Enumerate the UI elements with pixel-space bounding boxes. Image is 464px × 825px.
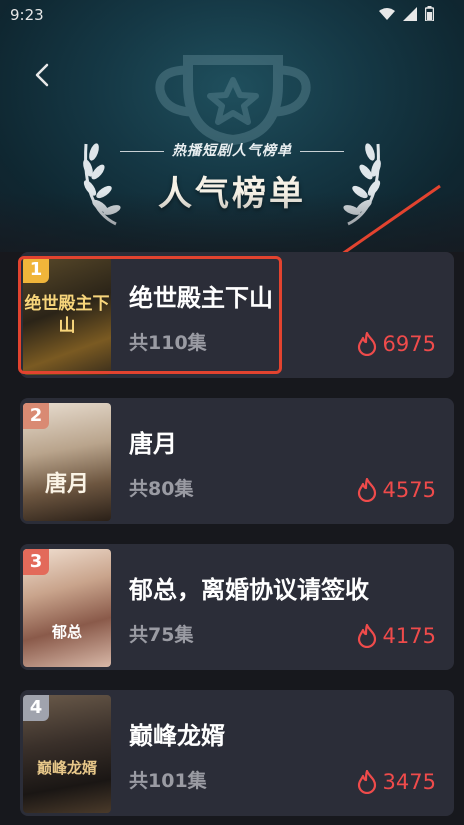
rank-badge: 3 [23, 549, 49, 575]
episode-count: 共101集 [129, 770, 207, 792]
poster-image: 郁总 3 [23, 549, 111, 667]
divider [120, 150, 164, 152]
drama-title: 唐月 [129, 430, 177, 458]
poster-title-art: 郁总 [51, 623, 82, 641]
back-button[interactable] [28, 60, 56, 90]
heat-value: 3475 [382, 770, 436, 794]
list-item[interactable]: 唐月 2 唐月 共80集 4575 [20, 398, 454, 524]
list-item[interactable]: 巅峰龙婿 4 巅峰龙婿 共101集 3475 [20, 690, 454, 816]
rank-badge: 4 [23, 695, 49, 721]
episode-count: 共75集 [129, 624, 194, 646]
episode-count: 共110集 [129, 332, 207, 354]
status-bar: 9:23 [0, 0, 464, 30]
poster-title-art: 唐月 [44, 471, 89, 497]
banner-subtitle: 热播短剧人气榜单 [172, 143, 292, 159]
chevron-left-icon [35, 63, 49, 87]
flame-icon [357, 770, 376, 794]
heat-score: 4175 [357, 624, 436, 648]
heat-score: 4575 [357, 478, 436, 502]
drama-title: 郁总，离婚协议请签收 [129, 576, 369, 604]
heat-value: 4575 [382, 478, 436, 502]
signal-icon [403, 6, 417, 25]
wifi-icon [379, 7, 395, 25]
list-item[interactable]: 郁总 3 郁总，离婚协议请签收 共75集 4175 [20, 544, 454, 670]
flame-icon [357, 624, 376, 648]
poster-image: 绝世殿主下山 1 [23, 257, 111, 375]
heat-value: 6975 [382, 332, 436, 356]
flame-icon [357, 332, 376, 356]
heat-score: 3475 [357, 770, 436, 794]
poster-title-art: 绝世殿主下山 [24, 294, 110, 336]
poster-image: 唐月 2 [23, 403, 111, 521]
trophy-icon [155, 55, 311, 146]
flame-icon [357, 478, 376, 502]
divider [300, 150, 344, 152]
episode-count: 共80集 [129, 478, 194, 500]
poster-title-art: 巅峰龙婿 [36, 759, 97, 777]
drama-title: 巅峰龙婿 [129, 722, 225, 750]
heat-score: 6975 [357, 332, 436, 356]
battery-icon [424, 6, 435, 25]
status-time: 9:23 [10, 6, 44, 24]
heat-value: 4175 [382, 624, 436, 648]
rank-badge: 2 [23, 403, 49, 429]
drama-title: 绝世殿主下山 [129, 284, 273, 312]
banner-subtitle-row: 热播短剧人气榜单 [0, 140, 464, 160]
poster-image: 巅峰龙婿 4 [23, 695, 111, 813]
list-item[interactable]: 绝世殿主下山 1 绝世殿主下山 共110集 6975 [20, 252, 454, 378]
rank-badge: 1 [23, 257, 49, 283]
